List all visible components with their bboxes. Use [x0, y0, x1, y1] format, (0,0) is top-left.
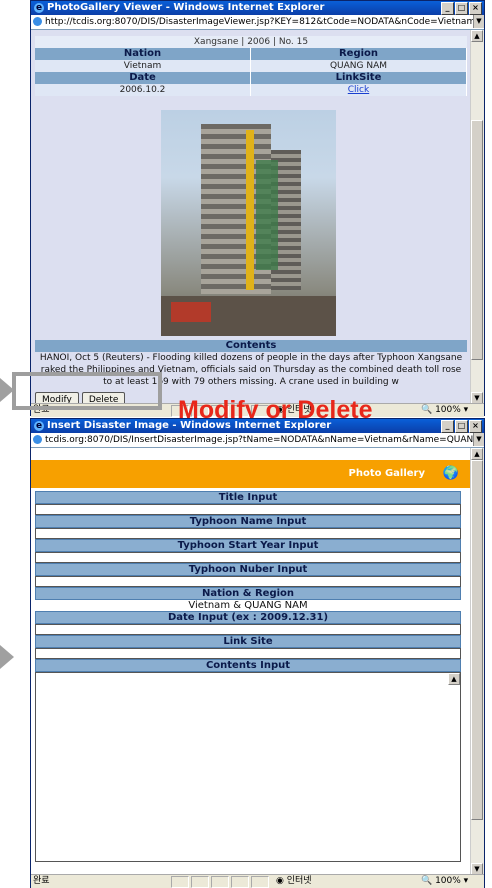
zoom-level[interactable]: 🔍 100% ▾ — [421, 404, 468, 417]
construction-net-shape — [256, 160, 278, 270]
nation-region-value: Vietnam & QUANG NAM — [188, 600, 308, 611]
zoom-level[interactable]: 🔍 100% ▾ — [421, 875, 468, 888]
insert-page-content: Photo Gallery 🌍 Title Input Typhoon Name… — [31, 448, 471, 875]
viewer-page-content: Xangsane | 2006 | No. 15 Nation Region V… — [31, 30, 471, 404]
insert-address-bar[interactable]: tcdis.org:8070/DIS/InsertDisasterImage.j… — [31, 433, 484, 448]
page-icon — [33, 17, 42, 26]
link-site-field[interactable] — [35, 648, 461, 659]
banner-title: Photo Gallery — [348, 468, 426, 479]
date-value: 2006.10.2 — [35, 84, 251, 96]
typhoon-year-field[interactable] — [35, 552, 461, 563]
insert-window-title: Insert Disaster Image - Windows Internet… — [47, 420, 332, 431]
region-header: Region — [251, 48, 467, 60]
ie-logo-icon: e — [34, 3, 44, 13]
title-input-field[interactable] — [35, 504, 461, 515]
viewer-url: http://tcdis.org:8070/DIS/DisasterImageV… — [45, 17, 484, 27]
typhoon-name-field[interactable] — [35, 528, 461, 539]
world-map-icon: 🌍 — [442, 466, 459, 481]
maximize-button[interactable]: □ — [455, 420, 468, 433]
photogallery-viewer-window: e PhotoGallery Viewer - Windows Internet… — [30, 0, 485, 417]
status-done-text: 완료 — [33, 876, 50, 886]
date-input-label: Date Input (ex : 2009.12.31) — [35, 611, 461, 624]
insert-titlebar: e Insert Disaster Image - Windows Intern… — [31, 419, 484, 433]
scroll-up-button[interactable]: ▲ — [471, 448, 483, 460]
viewer-scrollbar[interactable]: ▲ ▼ — [470, 30, 484, 404]
address-dropdown-button[interactable]: ▼ — [473, 15, 484, 28]
date-input-field[interactable] — [35, 624, 461, 635]
typhoon-number-label: Typhoon Nuber Input — [35, 563, 461, 576]
region-value: QUANG NAM — [251, 60, 467, 72]
modify-delete-callout — [12, 372, 162, 410]
title-input-label: Title Input — [35, 491, 461, 504]
truck-shape — [171, 302, 211, 322]
maximize-button[interactable]: □ — [455, 2, 468, 15]
typhoon-year-label: Typhoon Start Year Input — [35, 539, 461, 552]
typhoon-name-label: Typhoon Name Input — [35, 515, 461, 528]
ie-logo-icon: e — [34, 421, 44, 431]
date-header: Date — [35, 72, 251, 84]
textarea-scroll-up-button[interactable]: ▲ — [448, 673, 460, 685]
nation-value: Vietnam — [35, 60, 251, 72]
linksite-header: LinkSite — [251, 72, 467, 84]
link-site-label: Link Site — [35, 635, 461, 648]
viewer-info-table: Xangsane | 2006 | No. 15 Nation Region V… — [35, 36, 467, 96]
minimize-button[interactable]: _ — [441, 420, 454, 433]
viewer-caption: Xangsane | 2006 | No. 15 — [35, 36, 467, 48]
minimize-button[interactable]: _ — [441, 2, 454, 15]
close-button[interactable]: × — [469, 2, 482, 15]
callout-arrow-icon — [0, 378, 14, 402]
insert-statusbar: 완료 ◉ 인터넷 🔍 100% ▾ — [31, 874, 484, 888]
insert-form: Title Input Typhoon Name Input Typhoon S… — [35, 491, 461, 862]
scroll-thumb[interactable] — [471, 460, 483, 820]
scroll-thumb[interactable] — [471, 120, 483, 360]
scroll-up-button[interactable]: ▲ — [471, 30, 483, 42]
crane-shape — [246, 130, 254, 290]
internet-zone-text: ◉ 인터넷 — [276, 876, 312, 886]
contents-textarea[interactable]: ▲ — [35, 672, 461, 862]
page-icon — [33, 435, 42, 444]
link-site-click[interactable]: Click — [348, 85, 369, 95]
insert-disaster-image-window: e Insert Disaster Image - Windows Intern… — [30, 418, 485, 888]
callout-arrow-icon — [0, 645, 14, 669]
address-dropdown-button[interactable]: ▼ — [473, 433, 484, 446]
viewer-address-bar[interactable]: http://tcdis.org:8070/DIS/DisasterImageV… — [31, 15, 484, 30]
contents-input-label: Contents Input — [35, 659, 461, 672]
disaster-photo — [161, 110, 336, 336]
close-button[interactable]: × — [469, 420, 482, 433]
viewer-window-title: PhotoGallery Viewer - Windows Internet E… — [47, 2, 325, 13]
nation-region-label: Nation & Region — [35, 587, 461, 600]
photo-gallery-banner: Photo Gallery 🌍 — [31, 460, 471, 488]
insert-scrollbar[interactable]: ▲ ▼ — [470, 448, 484, 875]
nation-header: Nation — [35, 48, 251, 60]
contents-header: Contents — [35, 340, 467, 352]
viewer-titlebar: e PhotoGallery Viewer - Windows Internet… — [31, 1, 484, 15]
typhoon-number-field[interactable] — [35, 576, 461, 587]
insert-url: tcdis.org:8070/DIS/InsertDisasterImage.j… — [45, 435, 484, 445]
